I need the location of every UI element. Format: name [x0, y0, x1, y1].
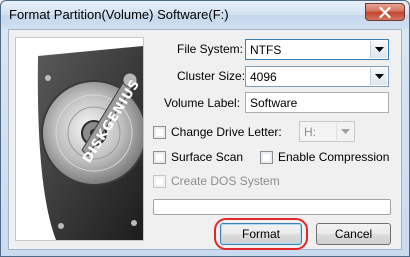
volume-label-field[interactable]	[245, 92, 389, 113]
change-drive-letter-checkbox[interactable]	[153, 126, 166, 139]
chevron-down-icon[interactable]	[370, 41, 387, 58]
volume-label-label: Volume Label:	[164, 96, 241, 110]
title-bar[interactable]: Format Partition(Volume) Software(F:)	[1, 1, 409, 29]
dialog-body: DISKGENIUS File System: NTFS Cluster Siz…	[8, 29, 402, 250]
cluster-size-value: 4096	[250, 70, 277, 84]
create-dos-system-checkbox	[153, 175, 166, 188]
chevron-down-icon[interactable]	[370, 68, 387, 85]
file-system-value: NTFS	[250, 43, 282, 57]
hard-disk-illustration: DISKGENIUS	[15, 37, 144, 241]
create-dos-system-label: Create DOS System	[171, 174, 280, 188]
enable-compression-checkbox[interactable]	[260, 151, 273, 164]
volume-label-input[interactable]	[246, 93, 388, 112]
file-system-select[interactable]: NTFS	[245, 39, 389, 60]
surface-scan-label: Surface Scan	[171, 150, 244, 164]
window-title: Format Partition(Volume) Software(F:)	[9, 7, 229, 22]
chevron-down-icon	[336, 123, 353, 140]
format-progress-bar	[153, 199, 391, 215]
format-button[interactable]: Format	[220, 223, 302, 245]
surface-scan-checkbox[interactable]	[153, 151, 166, 164]
cluster-size-select[interactable]: 4096	[245, 66, 389, 87]
cluster-size-label: Cluster Size:	[177, 69, 246, 83]
cancel-button[interactable]: Cancel	[316, 223, 391, 245]
change-drive-letter-label: Change Drive Letter:	[171, 125, 282, 139]
drive-letter-value: H:	[304, 125, 316, 139]
file-system-label: File System:	[177, 42, 244, 56]
close-button[interactable]	[365, 3, 405, 21]
enable-compression-label: Enable Compression	[278, 150, 390, 164]
format-partition-dialog: Format Partition(Volume) Software(F:) DI…	[0, 0, 410, 257]
drive-letter-select: H:	[299, 121, 355, 142]
close-icon	[379, 6, 391, 18]
